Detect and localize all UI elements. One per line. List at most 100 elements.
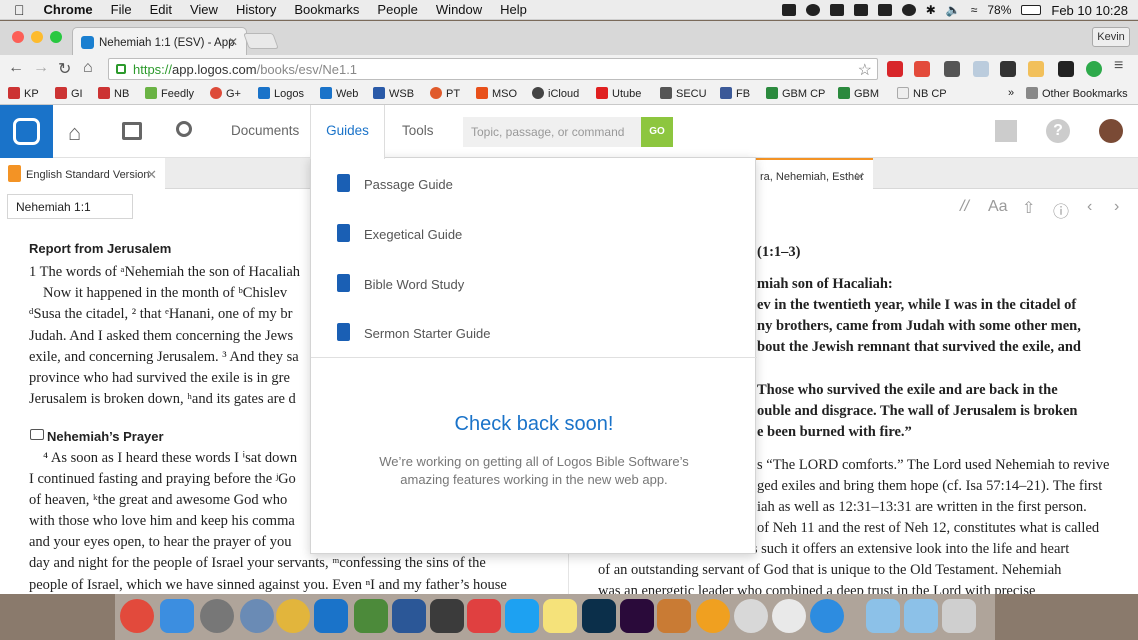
layout-icon[interactable]	[995, 120, 1017, 142]
premiere-dock-icon[interactable]	[620, 599, 654, 633]
olive-tree-dock-icon[interactable]	[354, 599, 388, 633]
trash-dock-icon[interactable]	[942, 599, 976, 633]
bluetooth-icon[interactable]: ✱	[926, 3, 936, 17]
search-go-button[interactable]: GO	[641, 117, 673, 147]
chrome-canary-dock-icon[interactable]	[276, 599, 310, 633]
clock[interactable]: Feb 10 10:28	[1051, 3, 1128, 18]
user-avatar[interactable]	[1099, 119, 1123, 143]
browser-tab-active[interactable]: Nehemiah 1:1 (ESV) - App ✕	[72, 27, 247, 55]
volume-icon[interactable]: 🔈	[946, 3, 961, 17]
next-chevron-icon[interactable]: ›	[1114, 198, 1119, 216]
guide-item-exegetical[interactable]: Exegetical Guide	[311, 210, 757, 258]
battery-icon[interactable]	[1021, 5, 1042, 15]
logos-dock-icon[interactable]	[314, 599, 348, 633]
note-icon[interactable]	[30, 429, 44, 440]
help-icon[interactable]: ?	[1046, 119, 1070, 143]
stickies-dock-icon[interactable]	[543, 599, 577, 633]
bookmark-item[interactable]: WSB	[373, 87, 414, 100]
home-icon[interactable]: ⌂	[83, 59, 93, 77]
panel-tab-commentary[interactable]: ra, Nehemiah, Esther ✕	[756, 158, 873, 189]
back-arrow-icon[interactable]: ←	[8, 59, 24, 77]
buffer-extension-icon[interactable]	[1000, 61, 1016, 77]
profile-button[interactable]: Kevin	[1092, 27, 1130, 47]
extension-icon-1[interactable]	[887, 61, 903, 77]
launchpad-dock-icon[interactable]	[240, 599, 274, 633]
wifi-icon[interactable]: ≈	[971, 3, 978, 17]
menu-edit[interactable]: Edit	[141, 2, 181, 17]
dropbox-icon[interactable]	[829, 4, 844, 16]
chrome-menu-icon[interactable]: ≡	[1114, 57, 1123, 75]
preview-dock-icon[interactable]	[657, 599, 691, 633]
apple-menu-icon[interactable]: 	[0, 2, 35, 18]
airplay-icon[interactable]	[781, 4, 796, 16]
font-size-button[interactable]: Aa	[988, 198, 1008, 216]
time-machine-icon[interactable]	[877, 4, 892, 16]
bookmark-item[interactable]: Web	[320, 87, 358, 100]
extension-icon-4[interactable]	[973, 61, 989, 77]
window-minimize-icon[interactable]	[31, 31, 43, 43]
bookmark-item[interactable]: SECU	[660, 87, 707, 100]
panel-close-icon[interactable]: ✕	[146, 167, 157, 183]
calendar-icon[interactable]	[853, 4, 868, 16]
panel-close-icon[interactable]: ✕	[854, 169, 865, 185]
bookmark-item[interactable]: G+	[210, 87, 241, 100]
bookmark-item[interactable]: Logos	[258, 87, 304, 100]
menu-people[interactable]: People	[368, 2, 426, 17]
word-dock-icon[interactable]	[392, 599, 426, 633]
menu-app-name[interactable]: Chrome	[35, 2, 102, 17]
menu-view[interactable]: View	[181, 2, 227, 17]
nav-tools[interactable]: Tools	[402, 123, 434, 138]
window-close-icon[interactable]	[12, 31, 24, 43]
battery-percent[interactable]: 78%	[987, 3, 1011, 17]
amazon-extension-icon[interactable]	[1058, 61, 1074, 77]
guide-item-sermon-starter[interactable]: Sermon Starter Guide	[311, 309, 757, 357]
bookmark-item[interactable]: MSO	[476, 87, 517, 100]
guide-item-word-study[interactable]: Bible Word Study	[311, 260, 757, 308]
new-tab-button[interactable]	[243, 33, 279, 49]
bookmark-item[interactable]: NB CP	[897, 87, 947, 100]
guide-item-passage[interactable]: Passage Guide	[311, 160, 757, 208]
menu-window[interactable]: Window	[427, 2, 491, 17]
photoshop-dock-icon[interactable]	[582, 599, 616, 633]
evernote-dock-icon[interactable]	[430, 599, 464, 633]
previous-chevron-icon[interactable]: ‹	[1087, 198, 1092, 216]
search-icon[interactable]	[176, 121, 192, 137]
chrome-dock-icon[interactable]	[120, 599, 154, 633]
finder-dock-icon[interactable]	[160, 599, 194, 633]
photos-dock-icon[interactable]	[696, 599, 730, 633]
chat-bubble-icon[interactable]	[805, 4, 820, 16]
bookmark-item[interactable]: Feedly	[145, 87, 194, 100]
messages-dock-icon[interactable]	[734, 599, 768, 633]
tab-close-icon[interactable]: ✕	[228, 35, 238, 49]
forward-arrow-icon[interactable]: →	[33, 59, 49, 77]
menu-history[interactable]: History	[227, 2, 285, 17]
itunes-dock-icon[interactable]	[772, 599, 806, 633]
google-plus-extension-icon[interactable]	[914, 61, 930, 77]
home-icon[interactable]: ⌂	[68, 120, 81, 146]
app-search-input[interactable]: Topic, passage, or command	[463, 117, 641, 147]
extension-icon-6[interactable]	[1028, 61, 1044, 77]
address-bar[interactable]: https://app.logos.com/books/esv/Ne1.1 ☆	[108, 58, 878, 80]
nav-documents[interactable]: Documents	[231, 123, 299, 138]
info-icon[interactable]: ⓘ	[1053, 198, 1069, 222]
share-icon[interactable]: ⇧	[1022, 198, 1035, 218]
applications-folder-dock-icon[interactable]	[866, 599, 900, 633]
bookmark-item[interactable]: GI	[55, 87, 83, 100]
bookmark-item[interactable]: NB	[98, 87, 129, 100]
other-bookmarks[interactable]: Other Bookmarks	[1026, 87, 1128, 100]
bookmark-star-icon[interactable]: ☆	[858, 60, 872, 80]
parallel-resources-icon[interactable]: //	[960, 198, 969, 216]
window-zoom-icon[interactable]	[50, 31, 62, 43]
bookmark-item[interactable]: KP	[8, 87, 39, 100]
panel-tab-esv[interactable]: English Standard Version ✕	[0, 158, 165, 189]
bookmarks-overflow-button[interactable]: »	[1008, 87, 1014, 99]
system-prefs-dock-icon[interactable]	[200, 599, 234, 633]
library-book-icon[interactable]	[122, 122, 142, 140]
slack-dock-icon[interactable]	[467, 599, 501, 633]
bookmark-item[interactable]: Utube	[596, 87, 641, 100]
bookmark-item[interactable]: GBM	[838, 87, 879, 100]
logos-logo-button[interactable]	[0, 105, 53, 158]
reference-input[interactable]: Nehemiah 1:1	[7, 194, 133, 219]
extension-icon-3[interactable]	[944, 61, 960, 77]
menu-help[interactable]: Help	[491, 2, 536, 17]
